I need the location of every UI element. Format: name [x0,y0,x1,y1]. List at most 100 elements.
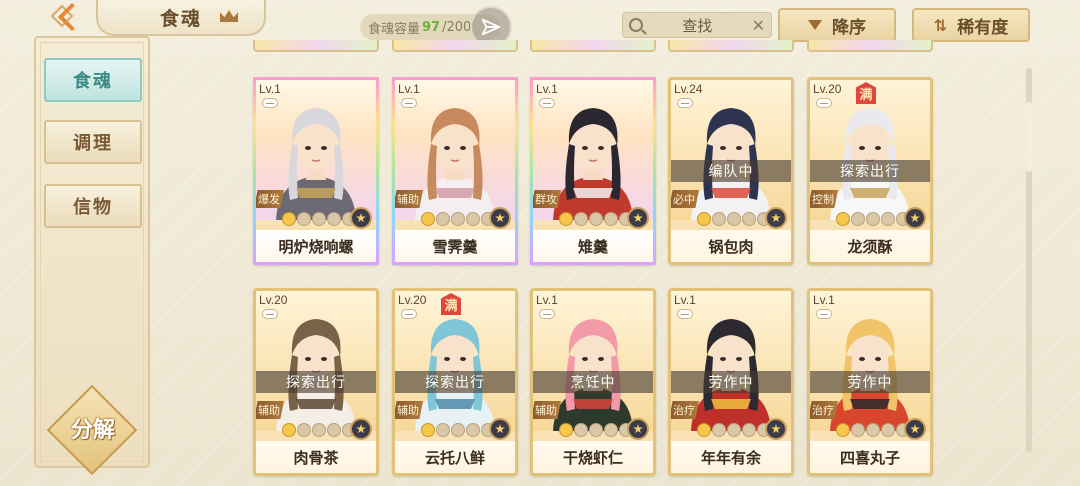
level-label: Lv.20 [813,82,842,96]
star-icon [712,212,726,226]
character-name: 明炉烧响螺 [256,230,376,262]
star-icon [697,423,711,437]
character-name: 雉羹 [533,230,653,262]
star-icon [327,423,341,437]
skill-star-icon [350,207,372,229]
star-icon [312,212,326,226]
star-icon [604,423,618,437]
decompose-button[interactable]: 分解 [46,384,138,476]
star-icon [466,423,480,437]
character-name: 雪霁羹 [395,230,515,262]
status-label: 探索出行 [810,160,930,182]
character-name: 四喜丸子 [810,441,930,473]
status-label: 编队中 [671,160,791,182]
level-label: Lv.1 [398,82,420,96]
skill-star-icon [904,418,926,440]
star-icon [451,423,465,437]
star-icon [866,212,880,226]
star-icon [574,212,588,226]
lock-toggle-icon[interactable] [262,309,278,319]
back-button[interactable] [40,0,96,34]
star-icon [712,423,726,437]
star-icon [451,212,465,226]
character-name: 云托八鲜 [395,441,515,473]
lock-toggle-icon[interactable] [677,98,693,108]
scrollbar[interactable] [1026,68,1032,452]
lock-toggle-icon[interactable] [677,309,693,319]
sort-order-label: 降序 [832,17,866,38]
star-icon [866,423,880,437]
food-soul-grid[interactable]: Lv.1 爆发 明炉烧响螺 Lv.1 辅助 雪霁羹 Lv.1 群攻 雉羹 Lv.… [240,40,1010,486]
skill-star-icon [765,207,787,229]
skill-star-icon [765,418,787,440]
star-icon [436,212,450,226]
star-rating [421,212,495,226]
role-tag: 必中 [671,190,699,208]
food-soul-card[interactable]: Lv.1 辅助 雪霁羹 [392,77,518,265]
skill-star-icon [904,207,926,229]
role-tag: 辅助 [533,401,561,419]
lock-toggle-icon[interactable] [539,309,555,319]
lock-toggle-icon[interactable] [539,98,555,108]
food-soul-card[interactable]: Lv.1 爆发 明炉烧响螺 [253,77,379,265]
crown-icon[interactable] [220,10,238,22]
food-soul-card[interactable]: Lv.1 劳作中 治疗 四喜丸子 [807,288,933,476]
star-icon [297,423,311,437]
sort-by-button[interactable]: ⇅ 稀有度 [912,8,1030,42]
search-placeholder: 查找 [682,16,713,35]
role-tag: 辅助 [395,190,423,208]
star-icon [742,423,756,437]
star-icon [836,423,850,437]
level-label: Lv.24 [674,82,703,96]
capacity-current: 97 [422,19,441,35]
role-tag: 控制 [810,190,838,208]
star-icon [297,212,311,226]
search-input[interactable]: 查找 ✕ [622,12,772,38]
page-title-tab: 食魂 [96,0,266,36]
food-soul-card[interactable]: Lv.24 编队中 必中 锅包肉 [668,77,794,265]
character-name: 干烧虾仁 [533,441,653,473]
star-icon [589,212,603,226]
clear-icon[interactable]: ✕ [752,16,765,35]
food-soul-card[interactable]: Lv.20 满 探索出行 控制 龙须酥 [807,77,933,265]
level-label: Lv.20 [259,293,288,307]
sort-order-button[interactable]: 降序 [778,8,896,42]
food-soul-card[interactable]: Lv.1 烹饪中 辅助 干烧虾仁 [530,288,656,476]
skill-star-icon [627,207,649,229]
star-icon [421,423,435,437]
food-soul-card[interactable]: Lv.20 探索出行 辅助 肉骨茶 [253,288,379,476]
tab-label: 调理 [73,133,113,154]
status-label: 探索出行 [256,371,376,393]
tab-label: 信物 [73,197,113,218]
star-icon [466,212,480,226]
star-rating [697,423,771,437]
scrollbar-thumb[interactable] [1026,102,1032,172]
role-tag: 辅助 [256,401,284,419]
capacity-label: 食魂容量 [368,21,421,37]
skill-star-icon [489,207,511,229]
lock-toggle-icon[interactable] [816,309,832,319]
card-peek [253,40,379,52]
food-soul-card[interactable]: Lv.1 劳作中 治疗 年年有余 [668,288,794,476]
star-icon [851,423,865,437]
previous-row-peek [240,40,1000,54]
tab-conditioning[interactable]: 调理 [44,120,142,164]
tab-label: 食魂 [73,71,113,92]
role-tag: 爆发 [256,190,284,208]
character-name: 锅包肉 [671,230,791,262]
lock-toggle-icon[interactable] [401,98,417,108]
star-icon [742,212,756,226]
star-icon [282,423,296,437]
sort-down-icon [808,20,822,30]
food-soul-card[interactable]: Lv.1 群攻 雉羹 [530,77,656,265]
tab-tokens[interactable]: 信物 [44,184,142,228]
level-label: Lv.1 [536,82,558,96]
lock-toggle-icon[interactable] [262,98,278,108]
character-name: 年年有余 [671,441,791,473]
star-icon [559,212,573,226]
food-soul-card[interactable]: Lv.20 满 探索出行 辅助 云托八鲜 [392,288,518,476]
lock-toggle-icon[interactable] [401,309,417,319]
lock-toggle-icon[interactable] [816,98,832,108]
tab-food-souls[interactable]: 食魂 [44,58,142,102]
star-icon [697,212,711,226]
